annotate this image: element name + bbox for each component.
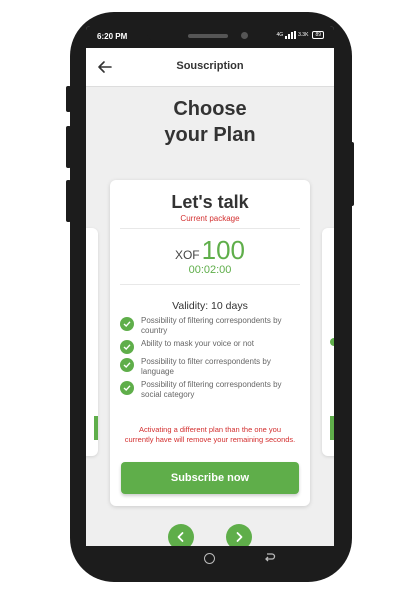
plan-card: Let's talk Current package XOF 100 00:02… — [110, 180, 310, 506]
system-back-icon[interactable] — [264, 552, 276, 562]
network-speed: 3.3K — [298, 31, 309, 38]
signal-icon — [285, 31, 297, 39]
page-title-line2: your Plan — [164, 124, 256, 146]
feature-text: Possibility of filtering correspondents … — [141, 316, 282, 335]
previous-plan-button[interactable] — [168, 524, 194, 546]
app-bar-title: Souscription — [176, 60, 244, 72]
price: XOF 100 — [110, 235, 310, 266]
plan-validity: Validity: 10 days — [172, 300, 248, 312]
check-circle-icon — [120, 340, 134, 354]
divider — [120, 228, 300, 229]
check-circle-icon — [120, 358, 134, 372]
app-screen: 6:20 PM 4G 3.3K 89 Souscription Choose y… — [86, 26, 334, 546]
chevron-left-icon — [177, 532, 184, 542]
current-package-label: Current package — [180, 214, 240, 223]
feature-item: Ability to mask your voice or not — [120, 339, 300, 354]
speaker-grille — [188, 34, 228, 38]
network-type: 4G — [276, 31, 284, 38]
phone-power-button — [349, 142, 354, 206]
plan-duration: 00:02:00 — [188, 264, 232, 276]
check-circle-icon — [120, 317, 134, 331]
check-circle-icon — [120, 381, 134, 395]
page-title-line1: Choose — [173, 98, 247, 120]
phone-volume-up-button — [66, 126, 71, 168]
feature-text: Ability to mask your voice or not — [141, 339, 254, 348]
plan-name: Let's talk — [171, 192, 249, 212]
chevron-right-icon — [236, 532, 243, 542]
price-currency: XOF — [174, 248, 200, 262]
next-plan-button[interactable] — [226, 524, 252, 546]
phone-volume-down-button — [66, 180, 71, 222]
battery-icon: 89 — [312, 31, 324, 39]
price-amount: 100 — [201, 235, 246, 265]
feature-item: Possibility of filtering correspondents … — [120, 380, 300, 400]
feature-item: Possibility of filtering correspondents … — [120, 316, 300, 336]
feature-item: Possibility to filter correspondents by … — [120, 357, 300, 377]
plan-change-warning: Activating a different plan than the one… — [124, 425, 296, 444]
phone-side-button — [66, 86, 71, 112]
app-bar: Souscription — [86, 48, 334, 87]
feature-text: Possibility of filtering correspondents … — [141, 380, 282, 399]
status-icons: 4G 3.3K 89 — [276, 31, 324, 39]
home-button-icon[interactable] — [204, 553, 215, 564]
front-camera — [241, 32, 248, 39]
next-plan-card[interactable] — [322, 228, 334, 456]
status-time: 6:20 PM — [97, 32, 128, 41]
feature-list: Possibility of filtering correspondents … — [120, 316, 300, 403]
feature-text: Possibility to filter correspondents by … — [141, 357, 271, 376]
previous-plan-card[interactable] — [86, 228, 98, 456]
subscribe-button[interactable]: Subscribe now — [121, 462, 299, 494]
system-nav-bar — [86, 546, 334, 572]
divider — [120, 284, 300, 285]
